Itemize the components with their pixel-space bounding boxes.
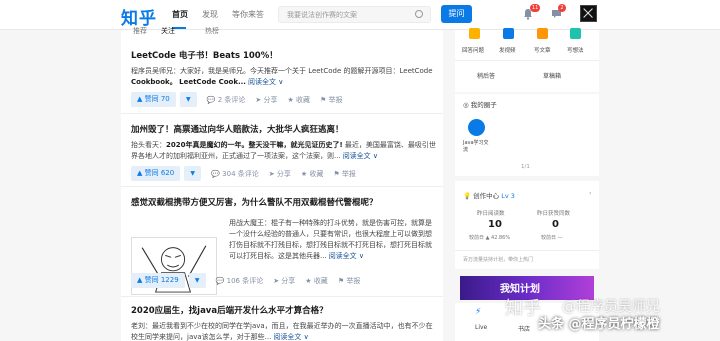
creator-title: 💡 创作中心 Lv 3 [463, 192, 515, 200]
search-icon[interactable] [415, 10, 423, 18]
card-title[interactable]: LeetCode 电子书！Beats 100%！ [131, 50, 436, 62]
search-input[interactable]: 我要说法创作赛的文案 [278, 6, 431, 23]
thought-icon[interactable] [570, 28, 581, 39]
card-actions: ▲ 赞同 620 ▼ 💬 304 条评论 ➤ 分享 ★ 收藏 ⚑ 举报 [131, 166, 356, 181]
upvote-button[interactable]: ▲ 赞同 620 [131, 166, 181, 181]
card-excerpt[interactable]: 抬头看天：2020年真是魔幻的一年。整天没干嘛，就光见证历史了! 最近，美国最富… [131, 140, 436, 162]
main-feed: 推荐 关注 热榜 LeetCode 电子书！Beats 100%！ 程序员吴师兄… [121, 27, 443, 341]
answer-icon[interactable] [469, 28, 480, 39]
feed-card: 2020应届生，找java后端开发什么水平才算合格？ 老刘：最近我看到不少在校的… [131, 305, 436, 341]
circle-name[interactable]: Java学习交流 [463, 140, 493, 154]
report-button[interactable]: ⚑ 举报 [333, 169, 356, 179]
divider [121, 113, 443, 114]
tab-follow[interactable]: 关注 [161, 26, 175, 36]
upvote-button[interactable]: ▲ 赞同 1229 [131, 273, 185, 288]
nav-discover[interactable]: 发现 [202, 9, 218, 20]
downvote-button[interactable]: ▼ [184, 166, 202, 181]
likes-change: 较前日 — [541, 235, 563, 241]
tab-hot[interactable]: 热榜 [205, 26, 219, 36]
read-more-link[interactable]: 阅读全文 ∨ [329, 252, 364, 260]
reads-label: 昨日阅读数 [477, 211, 505, 217]
bookstore-link[interactable]: 书店 [518, 324, 530, 333]
lightbulb-icon: 💡 [463, 192, 474, 200]
downvote-button[interactable]: ▼ [188, 273, 206, 288]
share-button[interactable]: ➤ 分享 [273, 276, 295, 286]
card-actions: ▲ 赞同 70 ▼ 💬 2 条评论 ➤ 分享 ★ 收藏 ⚑ 举报 [131, 92, 343, 107]
card-excerpt[interactable]: 老刘：最近我看到不少在校的同学在学java，而且，在我最近举办的一次直播活动中，… [131, 321, 436, 341]
report-button[interactable]: ⚑ 举报 [320, 95, 343, 105]
creator-center-panel: 💡 创作中心 Lv 3 › 昨日阅读数 10 较前日 ▲ 42.86% 昨日获赞… [455, 181, 599, 269]
ask-question-button[interactable]: 提问 [441, 5, 472, 23]
answer-later-button[interactable]: 稍后答 [477, 71, 495, 80]
circle-pager: 1/1 [521, 164, 530, 170]
toutiao-watermark: 头条 @程序员柠檬橙 [538, 317, 660, 332]
live-link[interactable]: Live [475, 324, 487, 331]
top-navbar: 知乎 首页 发现 等你来答 我要说法创作赛的文案 提问 11 2 [0, 0, 720, 30]
report-button[interactable]: ⚑ 举报 [338, 276, 361, 286]
nav-waiting-answers[interactable]: 等你来答 [232, 9, 264, 20]
tab-recommend[interactable]: 推荐 [133, 26, 147, 36]
quick-answer-label[interactable]: 回答问题 [462, 46, 484, 54]
card-title[interactable]: 加州毁了！高票通过向华人赔款法，大批华人疯狂逃离！ [131, 124, 436, 136]
read-more-link[interactable]: 阅读全文 ∨ [273, 333, 308, 341]
collect-button[interactable]: ★ 收藏 [301, 169, 324, 179]
share-button[interactable]: ➤ 分享 [269, 169, 291, 179]
divider [121, 186, 443, 187]
creator-tip[interactable]: 百万流量扶持计划，带你上热门 [463, 256, 533, 263]
read-more-link[interactable]: 阅读全文 ∨ [248, 78, 283, 86]
zhihu-watermark: 知乎 [505, 298, 541, 319]
circles-title: ◎ 我的圈子 [463, 101, 497, 109]
quick-actions-panel: 回答问题 发视频 写文章 写想法 稍后答 草稿箱 [455, 28, 599, 92]
share-button[interactable]: ➤ 分享 [255, 95, 277, 105]
chevron-right-icon[interactable]: › [589, 189, 592, 197]
message-badge: 2 [558, 4, 566, 12]
comment-button[interactable]: 💬 2 条评论 [207, 95, 246, 105]
card-excerpt[interactable]: 用战大魔王：棍子有一种特殊的打斗优势，就是伤害可控，就算是 一个没什么经验的普通… [229, 218, 441, 262]
card-actions: ▲ 赞同 1229 ▼ 💬 106 条评论 ➤ 分享 ★ 收藏 ⚑ 举报 [131, 273, 360, 288]
likes-value: 0 [552, 219, 559, 230]
feed-card: 加州毁了！高票通过向华人赔款法，大批华人疯狂逃离！ 抬头看天：2020年真是魔幻… [131, 124, 436, 181]
read-more-link[interactable]: 阅读全文 ∨ [343, 152, 378, 160]
collect-button[interactable]: ★ 收藏 [287, 95, 310, 105]
reads-change: 较前日 ▲ 42.86% [469, 235, 511, 241]
card-title[interactable]: 感觉双截棍携带方便又厉害，为什么警队不用双截棍替代警棍呢？ [131, 197, 436, 209]
drafts-button[interactable]: 草稿箱 [543, 71, 561, 80]
quick-thought-label[interactable]: 写想法 [567, 46, 584, 54]
my-circles-panel: ◎ 我的圈子 Java学习交流 1/1 [455, 94, 599, 176]
circle-avatar[interactable] [468, 119, 485, 136]
quick-video-label[interactable]: 发视频 [499, 46, 516, 54]
likes-label: 昨日获赞同数 [537, 211, 571, 217]
divider [121, 296, 443, 297]
downvote-button[interactable]: ▼ [179, 92, 197, 107]
video-icon[interactable] [503, 28, 514, 39]
lightning-icon: ⚡ [475, 307, 482, 317]
comment-button[interactable]: 💬 106 条评论 [216, 276, 264, 286]
feed-card: 感觉双截棍携带方便又厉害，为什么警队不用双截棍替代警棍呢？ [131, 197, 436, 209]
feed-card: LeetCode 电子书！Beats 100%！ 程序员吴师兄：大家好，我是吴师… [131, 50, 436, 107]
comment-button[interactable]: 💬 304 条评论 [211, 169, 259, 179]
notification-badge: 11 [530, 4, 541, 12]
reads-value: 10 [488, 219, 502, 230]
quick-article-label[interactable]: 写文章 [534, 46, 551, 54]
nav-home[interactable]: 首页 [172, 9, 188, 20]
article-icon[interactable] [537, 28, 548, 39]
circle-icon: ◎ [463, 101, 471, 109]
user-avatar[interactable] [580, 5, 597, 22]
card-title[interactable]: 2020应届生，找java后端开发什么水平才算合格？ [131, 305, 436, 317]
collect-button[interactable]: ★ 收藏 [305, 276, 328, 286]
upvote-button[interactable]: ▲ 赞同 70 [131, 92, 176, 107]
card-excerpt[interactable]: 程序员吴师兄：大家好，我是吴师兄。今天推荐一个关于 LeetCode 的题解开源… [131, 66, 436, 88]
